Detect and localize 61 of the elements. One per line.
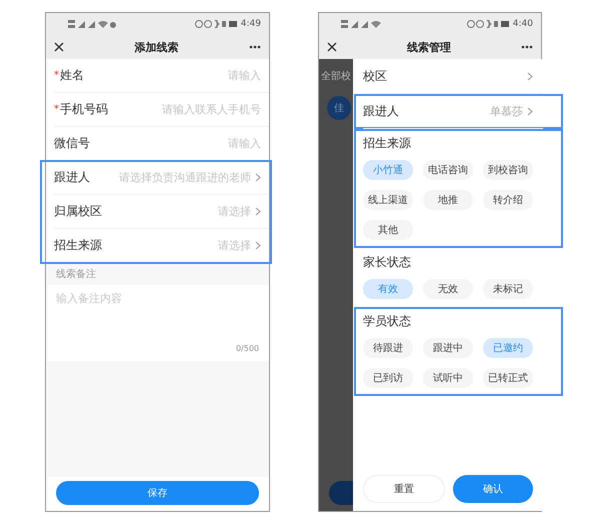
- field-label: 跟进人: [54, 169, 90, 186]
- select-placeholder: 请选择负责沟通跟进的老师: [118, 170, 251, 185]
- filter-row[interactable]: 校区: [363, 59, 543, 94]
- field-label: 姓名: [60, 67, 84, 84]
- status-time: 4:49: [240, 19, 261, 29]
- input-field[interactable]: 请输入联系人手机号: [112, 103, 261, 116]
- close-icon[interactable]: [54, 42, 64, 52]
- input-field[interactable]: 请输入: [94, 137, 261, 150]
- filter-chip[interactable]: 试听中: [423, 368, 473, 388]
- reset-button[interactable]: 重置: [363, 475, 445, 503]
- select-placeholder: 请选择: [217, 204, 251, 219]
- filter-chip[interactable]: 其他: [363, 220, 413, 240]
- chevron-icon: [527, 72, 533, 80]
- more-icon[interactable]: [249, 45, 261, 49]
- select-placeholder: 请选择: [217, 238, 251, 253]
- required-mark: *: [54, 70, 59, 81]
- filter-chip[interactable]: 转介绍: [483, 190, 533, 210]
- select-row[interactable]: 归属校区 请选择: [54, 195, 269, 229]
- required-mark: *: [54, 104, 59, 115]
- input-row[interactable]: *手机号码 请输入联系人手机号: [54, 93, 269, 127]
- chevron-icon: [527, 106, 533, 116]
- chevron-icon: [255, 207, 261, 216]
- avatar: 佳: [327, 96, 351, 120]
- filter-chip[interactable]: 到校咨询: [483, 160, 533, 180]
- row-value: 单慕莎: [490, 104, 523, 118]
- section-label: 线索备注: [56, 268, 96, 281]
- status-time: 4:40: [512, 19, 533, 29]
- filter-chip[interactable]: 待跟进: [363, 338, 413, 358]
- field-label: 归属校区: [54, 203, 102, 220]
- filter-chip[interactable]: 地推: [423, 190, 473, 210]
- row-label: 跟进人: [363, 102, 400, 120]
- status-icons-drawing: [194, 19, 237, 29]
- filter-chip[interactable]: 未标记: [483, 279, 533, 299]
- chevron-icon: [255, 173, 261, 182]
- filter-chip[interactable]: 线上渠道: [363, 190, 413, 210]
- input-row[interactable]: *姓名 请输入: [54, 59, 269, 93]
- row-label: 校区: [363, 68, 388, 84]
- input-row[interactable]: 微信号 请输入: [54, 127, 269, 161]
- filter-chip[interactable]: 电话咨询: [423, 160, 473, 180]
- input-field[interactable]: 请输入: [88, 69, 261, 82]
- filter-chip[interactable]: 已转正式: [483, 368, 533, 388]
- filter-chip[interactable]: 已到访: [363, 368, 413, 388]
- more-icon[interactable]: [521, 45, 533, 49]
- field-label: 招生来源: [54, 237, 102, 254]
- char-counter: 0/500: [236, 344, 259, 353]
- filter-chip[interactable]: 无效: [423, 279, 473, 299]
- field-label: 手机号码: [60, 101, 108, 118]
- page-title: 添加线索: [134, 40, 178, 54]
- group-title: 招生来源: [363, 135, 411, 152]
- status-icons-drawing: [466, 19, 509, 29]
- chevron-icon: [255, 241, 261, 250]
- field-label: 微信号: [54, 135, 90, 152]
- select-row[interactable]: 跟进人 请选择负责沟通跟进的老师: [54, 161, 269, 195]
- filter-row[interactable]: 跟进人 单慕莎: [363, 94, 543, 129]
- filter-chip[interactable]: 跟进中: [423, 338, 473, 358]
- group-title: 家长状态: [363, 254, 411, 271]
- close-icon[interactable]: [327, 42, 337, 52]
- page-title: 线索管理: [407, 40, 451, 54]
- tab-label: 全部校: [321, 70, 351, 83]
- select-row[interactable]: 招生来源 请选择: [54, 229, 269, 263]
- group-title: 学员状态: [363, 313, 411, 330]
